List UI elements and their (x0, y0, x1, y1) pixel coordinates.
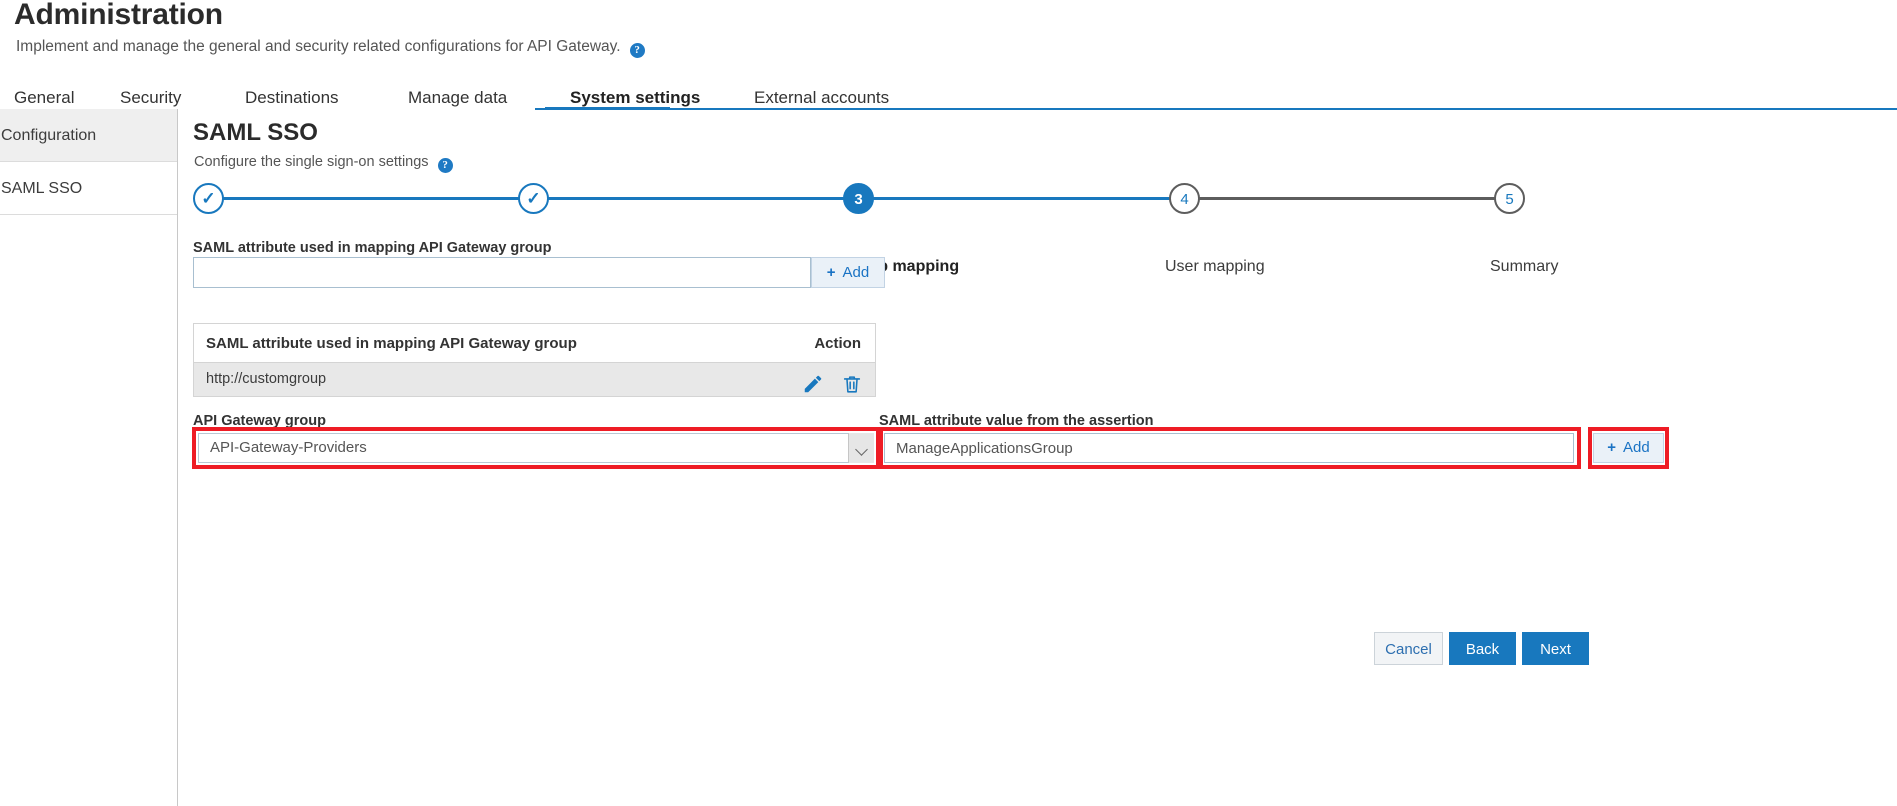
add-attribute-label: Add (842, 264, 870, 281)
step-circle-prerequisite[interactable]: ✓ (193, 183, 224, 214)
api-gateway-group-value: API-Gateway-Providers (210, 439, 367, 456)
add-group-mapping-button[interactable]: + Add (1593, 433, 1664, 463)
sidebar: Configuration SAML SSO (0, 109, 178, 806)
check-icon: ✓ (526, 189, 541, 208)
sidebar-item-saml-sso[interactable]: SAML SSO (0, 162, 177, 215)
delete-icon[interactable] (841, 373, 865, 397)
cancel-button[interactable]: Cancel (1374, 632, 1443, 665)
tab-security[interactable]: Security (120, 88, 181, 109)
edit-icon[interactable] (802, 373, 826, 397)
page-subtitle-text: Implement and manage the general and sec… (16, 38, 621, 55)
add-attribute-button[interactable]: + Add (811, 257, 885, 288)
column-header-attribute: SAML attribute used in mapping API Gatew… (206, 335, 577, 352)
chevron-down-icon[interactable] (848, 433, 874, 463)
attribute-input[interactable] (193, 257, 811, 288)
step-connector-2-3 (521, 197, 851, 200)
assertion-value-label: SAML attribute value from the assertion (879, 413, 1154, 429)
add-group-mapping-label: Add (1623, 439, 1650, 456)
assertion-value-input[interactable] (884, 433, 1574, 463)
wizard-stepper: ✓ ✓ 3 4 5 Prerequisite Connect Group map… (179, 167, 1897, 275)
column-header-action: Action (814, 335, 861, 352)
cell-attribute-value: http://customgroup (206, 371, 327, 387)
help-icon[interactable]: ? (629, 43, 645, 58)
content-top-accent (535, 108, 1897, 110)
step-number: 4 (1180, 191, 1189, 208)
section-title: SAML SSO (193, 119, 318, 146)
tab-general[interactable]: General (14, 88, 74, 109)
check-icon: ✓ (201, 189, 216, 208)
plus-icon: + (826, 264, 836, 281)
step-circle-connect[interactable]: ✓ (518, 183, 549, 214)
step-connector-3-4 (847, 197, 1180, 200)
next-button[interactable]: Next (1522, 632, 1589, 665)
page-title: Administration (14, 0, 223, 31)
sidebar-item-label: SAML SSO (1, 180, 83, 197)
tab-destinations[interactable]: Destinations (245, 88, 339, 109)
administration-page: Administration Implement and manage the … (0, 0, 1897, 806)
step-label-user-mapping: User mapping (1165, 258, 1265, 275)
tab-manage-data[interactable]: Manage data (408, 88, 507, 109)
tab-system-settings[interactable]: System settings (570, 88, 700, 109)
page-subtitle: Implement and manage the general and sec… (16, 38, 645, 58)
sidebar-empty-area (0, 215, 177, 806)
api-gateway-group-label: API Gateway group (193, 413, 326, 429)
attribute-field-label: SAML attribute used in mapping API Gatew… (193, 240, 552, 256)
step-number: 3 (854, 191, 863, 208)
step-circle-group-mapping[interactable]: 3 (843, 183, 874, 214)
api-gateway-group-select[interactable]: API-Gateway-Providers (198, 433, 874, 463)
plus-icon: + (1607, 439, 1617, 456)
sidebar-item-configuration[interactable]: Configuration (0, 109, 177, 162)
table-header-row: SAML attribute used in mapping API Gatew… (194, 324, 875, 363)
step-circle-user-mapping[interactable]: 4 (1169, 183, 1200, 214)
row-actions (802, 368, 865, 401)
step-label-summary: Summary (1490, 258, 1559, 275)
primary-tabs: General Security Destinations Manage dat… (0, 88, 1897, 109)
content-panel: SAML SSO Configure the single sign-on se… (179, 108, 1897, 806)
tab-external-accounts[interactable]: External accounts (754, 88, 889, 109)
step-number: 5 (1505, 191, 1514, 208)
step-circle-summary[interactable]: 5 (1494, 183, 1525, 214)
step-connector-1-2 (208, 197, 526, 200)
table-row: http://customgroup (194, 363, 875, 396)
attributes-table: SAML attribute used in mapping API Gatew… (193, 323, 876, 397)
step-connector-4-5 (1197, 197, 1523, 200)
back-button[interactable]: Back (1449, 632, 1516, 665)
sidebar-item-label: Configuration (1, 127, 97, 144)
